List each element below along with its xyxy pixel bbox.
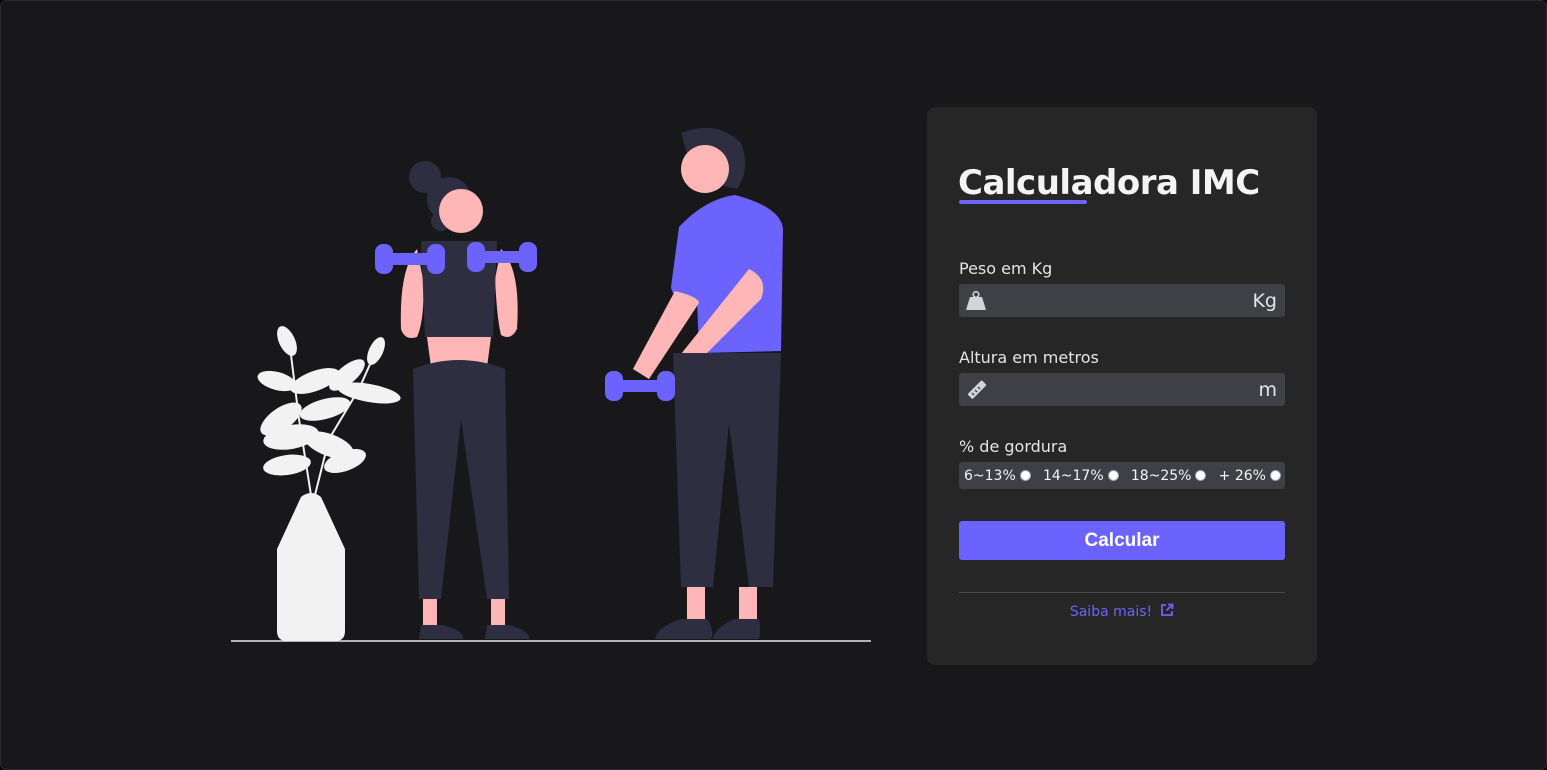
- radio-button[interactable]: [1019, 470, 1031, 481]
- calculate-button[interactable]: Calcular: [959, 521, 1285, 560]
- weight-field: Kg: [959, 284, 1285, 317]
- fat-option-label: 14~17%: [1042, 467, 1104, 484]
- title-underline: [959, 200, 1087, 204]
- workout-illustration: [229, 119, 874, 649]
- weight-unit: Kg: [1252, 289, 1277, 312]
- fat-option-2[interactable]: 14~17%: [1043, 468, 1119, 484]
- height-input[interactable]: [989, 373, 1259, 406]
- height-label: Altura em metros: [959, 348, 1099, 367]
- learn-more-label: Saiba mais!: [1069, 604, 1153, 620]
- divider: [959, 592, 1285, 593]
- ruler-icon: [959, 373, 989, 406]
- weight-label: Peso em Kg: [959, 259, 1053, 278]
- weight-icon: [959, 284, 989, 317]
- fat-option-label: + 26%: [1218, 467, 1266, 484]
- page-title: Calculadora IMC: [958, 163, 1260, 203]
- app-window: Calculadora IMC Peso em Kg Kg Altura em …: [0, 0, 1547, 770]
- radio-button[interactable]: [1269, 470, 1281, 481]
- fat-option-label: 6~13%: [964, 467, 1016, 484]
- fat-option-4[interactable]: + 26%: [1219, 468, 1281, 484]
- fat-option-label: 18~25%: [1130, 467, 1192, 484]
- external-link-icon: [1160, 603, 1174, 621]
- fat-option-1[interactable]: 6~13%: [964, 468, 1031, 484]
- weight-input[interactable]: [989, 284, 1253, 317]
- height-field: m: [959, 373, 1285, 406]
- radio-button[interactable]: [1195, 470, 1207, 481]
- fat-option-3[interactable]: 18~25%: [1131, 468, 1207, 484]
- fat-label: % de gordura: [959, 437, 1068, 456]
- learn-more-link[interactable]: Saiba mais!: [927, 603, 1317, 621]
- bmi-calculator-card: Calculadora IMC Peso em Kg Kg Altura em …: [927, 107, 1317, 665]
- height-unit: m: [1258, 378, 1277, 401]
- fat-radio-group: 6~13% 14~17% 18~25% + 26%: [959, 462, 1285, 489]
- radio-button[interactable]: [1107, 470, 1119, 481]
